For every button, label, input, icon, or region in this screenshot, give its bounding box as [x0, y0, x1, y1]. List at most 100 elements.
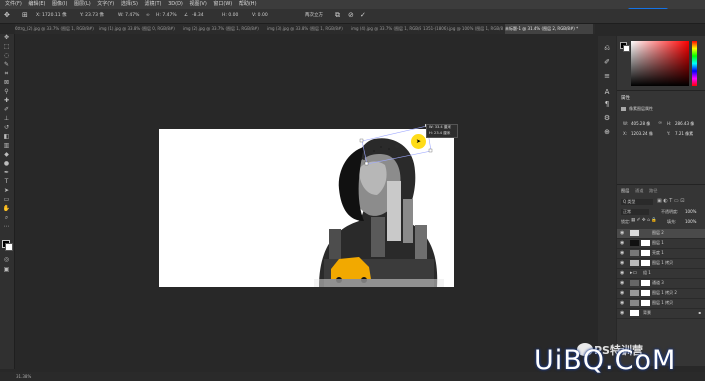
menu-window[interactable]: 窗口(W): [213, 0, 232, 9]
interpolation-select[interactable]: 两次立方: [305, 11, 323, 20]
document-canvas[interactable]: [159, 123, 454, 287]
tab-channels[interactable]: 通道: [635, 188, 643, 194]
fill-field[interactable]: 100%: [685, 219, 696, 224]
width-field[interactable]: W: 7.47%: [118, 11, 139, 20]
frame-tool-icon[interactable]: ⊠: [2, 79, 11, 86]
lasso-tool-icon[interactable]: ◌: [2, 52, 11, 59]
menu-file[interactable]: 文件(F): [5, 0, 22, 9]
layer-row[interactable]: ◉ 图层 1 拷贝: [617, 299, 705, 309]
zoom-tool-icon[interactable]: ⌕: [2, 214, 11, 221]
layer-name[interactable]: 组 1: [643, 270, 651, 276]
paragraph-icon[interactable]: ¶: [602, 100, 612, 108]
link-icon[interactable]: ∞: [146, 11, 150, 20]
layer-mask-thumbnail[interactable]: [641, 300, 650, 306]
layer-name[interactable]: 背景: [643, 310, 651, 316]
quick-mask-icon[interactable]: ◎: [2, 256, 11, 263]
quick-select-tool-icon[interactable]: ✎: [2, 61, 11, 68]
layer-name[interactable]: 图层 1 拷贝: [652, 260, 673, 266]
menu-image[interactable]: 图像(I): [52, 0, 67, 9]
w-field[interactable]: 405.28 像: [631, 121, 650, 127]
layer-name[interactable]: 图层 1 拷贝: [652, 300, 673, 306]
zoom-level[interactable]: 31.38%: [16, 374, 31, 379]
doc-tab[interactable]: img (1).jpg @ 33.8% (图层 0, RGB/8#): [99, 24, 181, 34]
menu-edit[interactable]: 编辑(E): [28, 0, 45, 9]
doc-tab[interactable]: 1351-(1806).jpg @ 100% (图层 1, RGB/8#): [423, 24, 503, 34]
pen-tool-icon[interactable]: ✒: [2, 169, 11, 176]
color-field[interactable]: [631, 41, 689, 86]
layer-row[interactable]: ◉ 背景 ▪: [617, 309, 705, 319]
layer-name[interactable]: 通道 3: [652, 280, 664, 286]
tab-paths[interactable]: 路径: [649, 188, 657, 194]
h-field[interactable]: 286.43 像: [675, 121, 694, 127]
layer-mask-thumbnail[interactable]: [641, 240, 650, 246]
h-skew-field[interactable]: H: 0.00: [222, 11, 238, 20]
layer-group-row[interactable]: ◉ ▸▭ 组 1: [617, 269, 705, 279]
eraser-tool-icon[interactable]: ◧: [2, 133, 11, 140]
stamp-tool-icon[interactable]: ⊥: [2, 115, 11, 122]
doc-tab[interactable]: img (2).jpg @ 33.7% (图层 1, RGB/8#): [183, 24, 265, 34]
hue-slider[interactable]: [692, 41, 697, 86]
dodge-tool-icon[interactable]: ●: [2, 160, 11, 167]
layer-filter-search[interactable]: Q 类型: [621, 199, 653, 205]
visibility-eye-icon[interactable]: ◉: [620, 310, 624, 316]
warp-icon[interactable]: ⧉: [335, 11, 340, 20]
layer-mask-thumbnail[interactable]: [641, 280, 650, 286]
cancel-icon[interactable]: ⊘: [348, 11, 354, 20]
properties-tab[interactable]: 属性: [621, 95, 630, 101]
layer-mask-thumbnail[interactable]: [641, 250, 650, 256]
y-field[interactable]: Y: 23.73 像: [80, 11, 104, 20]
visibility-eye-icon[interactable]: ◉: [620, 230, 624, 236]
layer-row[interactable]: ◉ 亮度 1: [617, 249, 705, 259]
menu-select[interactable]: 选择(S): [121, 0, 138, 9]
layer-mask-thumbnail[interactable]: [641, 260, 650, 266]
doc-tab[interactable]: img (3).jpg @ 33.8% (图层 1, RGB/8#): [267, 24, 349, 34]
doc-tab[interactable]: img (4).jpg @ 33.7% (图层 1, RGB/8#): [351, 24, 421, 34]
adjustments-icon[interactable]: ≡: [602, 72, 612, 80]
more-tools-icon[interactable]: ⋯: [2, 223, 11, 230]
menu-type[interactable]: 文字(Y): [97, 0, 114, 9]
visibility-eye-icon[interactable]: ◉: [620, 260, 624, 266]
layer-row[interactable]: ◉ 通道 3: [617, 279, 705, 289]
doc-tab[interactable]: 6ttrg_(2).jpg @ 33.7% (图层 1, RGB/8#): [15, 24, 97, 34]
visibility-eye-icon[interactable]: ◉: [620, 300, 624, 306]
move-tool-icon[interactable]: ✥: [4, 11, 10, 20]
layer-row[interactable]: ◉ 图层 1 拷贝 2: [617, 289, 705, 299]
height-field[interactable]: H: 7.47%: [156, 11, 177, 20]
eyedropper-tool-icon[interactable]: ⚲: [2, 88, 11, 95]
brush-tool-icon[interactable]: ✐: [2, 106, 11, 113]
filter-icons[interactable]: ▣ ◐ T ▭ ⊡: [657, 198, 684, 204]
angle-field[interactable]: -8.34: [192, 11, 204, 20]
blend-mode-select[interactable]: 正常: [621, 209, 649, 215]
doc-tab-active[interactable]: 未标题-1 @ 31.4% (图层 2, RGB/8#) *: [505, 24, 593, 34]
type-tool-icon[interactable]: T: [2, 178, 11, 185]
menu-3d[interactable]: 3D(D): [168, 0, 183, 9]
visibility-eye-icon[interactable]: ◉: [620, 270, 624, 276]
visibility-eye-icon[interactable]: ◉: [620, 240, 624, 246]
screen-mode-icon[interactable]: ▣: [2, 266, 11, 273]
tab-layers[interactable]: 图层: [621, 188, 629, 194]
layer-row[interactable]: ◉ 图层 1 拷贝: [617, 259, 705, 269]
visibility-eye-icon[interactable]: ◉: [620, 280, 624, 286]
brush-settings-icon[interactable]: ✐: [602, 58, 612, 66]
visibility-eye-icon[interactable]: ◉: [620, 250, 624, 256]
history-icon[interactable]: ⎌: [602, 44, 612, 52]
history-brush-tool-icon[interactable]: ↺: [2, 124, 11, 131]
hand-tool-icon[interactable]: ✋: [2, 205, 11, 212]
lock-icons[interactable]: ▦ ✐ ✥ ⌂ 🔒: [631, 218, 657, 223]
x-field[interactable]: 1203.24 像: [631, 131, 653, 137]
background-color-swatch[interactable]: [5, 243, 13, 251]
menu-view[interactable]: 视图(V): [189, 0, 206, 9]
layer-row[interactable]: ◉ 图层 2: [617, 229, 705, 239]
x-field[interactable]: X: 1720.11 像: [36, 11, 67, 20]
marquee-tool-icon[interactable]: ⬚: [2, 43, 11, 50]
menu-filter[interactable]: 滤镜(T): [145, 0, 162, 9]
character-icon[interactable]: A: [602, 88, 612, 96]
crop-tool-icon[interactable]: ⌗: [2, 70, 11, 77]
shape-tool-icon[interactable]: ▭: [2, 196, 11, 203]
reference-point-icon[interactable]: ⊞: [22, 11, 28, 20]
gradient-tool-icon[interactable]: ▥: [2, 142, 11, 149]
link-icon[interactable]: ∞: [658, 120, 662, 126]
menu-layer[interactable]: 图层(L): [74, 0, 91, 9]
commit-icon[interactable]: ✓: [360, 11, 366, 20]
styles-icon[interactable]: ⊕: [602, 128, 612, 136]
